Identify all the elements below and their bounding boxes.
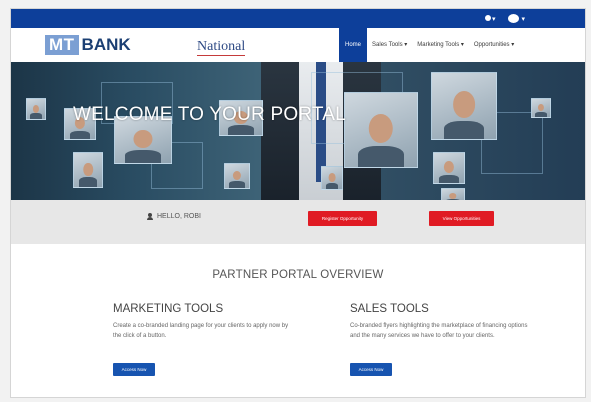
partner-logo: National <box>197 39 246 56</box>
top-utility-bar: ▾ ▾ <box>11 9 585 28</box>
hero-portrait-tile <box>321 166 343 190</box>
nav-home[interactable]: Home <box>339 28 368 62</box>
nav-opportunities[interactable]: Opportunities ▾ <box>469 28 519 62</box>
user-menu-icon[interactable]: ▾ <box>485 12 496 26</box>
greeting-bar: HELLO, ROBI Register Opportunity View Op… <box>11 200 585 244</box>
hero-banner: WELCOME TO YOUR PORTAL <box>11 62 585 200</box>
view-opportunities-button[interactable]: View Opportunities <box>429 211 494 226</box>
logo-bank: BANK <box>81 35 131 54</box>
hero-portrait-tile <box>73 152 103 188</box>
account-menu-caret: ▾ <box>521 16 526 23</box>
hero-portrait-tile <box>431 72 497 140</box>
main-nav: Home Sales Tools ▾ Marketing Tools ▾ Opp… <box>339 28 519 62</box>
marketing-tools-heading: MARKETING TOOLS <box>113 303 224 315</box>
hero-portrait-tile <box>224 163 250 189</box>
hero-title: WELCOME TO YOUR PORTAL <box>73 104 346 125</box>
browser-viewport: ▾ ▾ MT BANK National Home Sales Tools ▾ … <box>10 8 586 398</box>
hero-portrait-tile <box>344 92 418 168</box>
hero-portrait-tile <box>433 152 465 184</box>
sales-tools-heading: SALES TOOLS <box>350 303 429 315</box>
greeting-text: HELLO, ROBI <box>157 213 201 220</box>
nav-sales-tools[interactable]: Sales Tools ▾ <box>367 28 412 62</box>
marketing-tools-description: Create a co-branded landing page for you… <box>113 323 289 339</box>
overview-heading: PARTNER PORTAL OVERVIEW <box>212 269 384 281</box>
person-icon <box>147 213 153 220</box>
mt-bank-logo[interactable]: MT BANK <box>45 35 131 55</box>
sales-access-button[interactable]: Access Now <box>350 363 392 376</box>
register-opportunity-button[interactable]: Register Opportunity <box>308 211 377 226</box>
sales-tools-description: Co-branded flyers highlighting the marke… <box>350 323 528 339</box>
user-menu-caret: ▾ <box>492 16 496 23</box>
hero-portrait-tile <box>26 98 46 120</box>
marketing-access-button[interactable]: Access Now <box>113 363 155 376</box>
hero-portrait-tile <box>441 188 465 200</box>
hero-portrait-tile <box>531 98 551 118</box>
account-menu-icon[interactable]: ▾ <box>508 12 525 26</box>
nav-marketing-tools[interactable]: Marketing Tools ▾ <box>412 28 469 62</box>
user-greeting: HELLO, ROBI <box>147 213 201 220</box>
logo-mt: MT <box>45 35 79 55</box>
site-header: MT BANK National Home Sales Tools ▾ Mark… <box>11 28 585 63</box>
